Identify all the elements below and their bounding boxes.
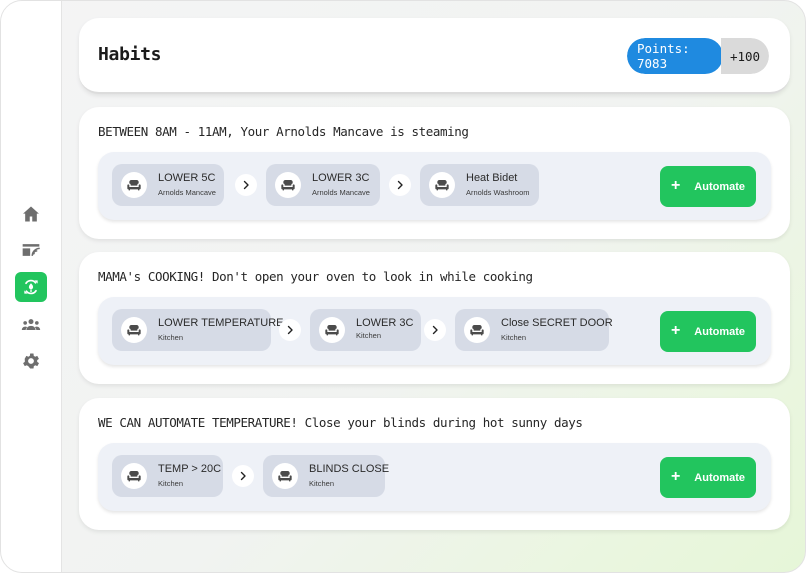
armchair-icon (464, 317, 490, 343)
page-title: Habits (98, 44, 162, 65)
habit-step[interactable]: TEMP > 20C Kitchen (112, 455, 223, 497)
habit-flow: LOWER 5C Arnolds Mancave LOWER 3C Arnold… (98, 152, 771, 220)
plus-icon: + (670, 321, 681, 339)
habit-card: WE CAN AUTOMATE TEMPERATURE! Close your … (79, 398, 790, 530)
points-group: Points: 7083 +100 (627, 38, 769, 74)
step-location: Kitchen (309, 479, 335, 488)
plus-icon: + (670, 176, 681, 194)
habit-step[interactable]: Close SECRET DOOR Kitchen (455, 309, 613, 351)
chevron-right-icon (389, 174, 411, 196)
step-location: Kitchen (501, 333, 527, 342)
habit-title: WE CAN AUTOMATE TEMPERATURE! Close your … (98, 415, 583, 430)
step-location: Kitchen (158, 479, 184, 488)
chevron-right-icon (424, 319, 446, 341)
bonus-points-badge[interactable]: +100 (721, 38, 769, 74)
step-location: Kitchen (356, 331, 382, 340)
step-label: LOWER 3C (356, 317, 414, 329)
home-icon (23, 206, 39, 222)
step-location: Arnolds Mancave (312, 188, 370, 197)
step-label: Heat Bidet (466, 172, 518, 184)
habit-flow: TEMP > 20C Kitchen BLINDS CLOSE Kitchen … (98, 443, 771, 511)
points-badge[interactable]: Points: 7083 (627, 38, 723, 74)
chevron-right-icon (232, 465, 254, 487)
automate-button[interactable]: + Automate (660, 166, 756, 207)
step-label: Close SECRET DOOR (501, 317, 613, 329)
armchair-icon (275, 172, 301, 198)
habit-card: BETWEEN 8AM - 11AM, Your Arnolds Mancave… (79, 107, 790, 239)
armchair-icon (121, 317, 147, 343)
armchair-icon (429, 172, 455, 198)
people-icon (21, 319, 41, 330)
armchair-icon (272, 463, 298, 489)
automate-button[interactable]: + Automate (660, 457, 756, 498)
sidebar (1, 1, 62, 572)
habit-step[interactable]: Heat Bidet Arnolds Washroom (420, 164, 539, 206)
habit-card: MAMA's COOKING! Don't open your oven to … (79, 252, 790, 384)
armchair-icon (121, 172, 147, 198)
plus-icon: + (670, 467, 681, 485)
automate-label: Automate (694, 325, 746, 338)
step-label: BLINDS CLOSE (309, 463, 390, 475)
habit-step[interactable]: LOWER 3C Arnolds Mancave (266, 164, 380, 206)
step-location: Kitchen (158, 333, 184, 342)
chevron-right-icon (235, 174, 257, 196)
habit-flow: LOWER TEMPERATURE Kitchen LOWER 3C Kitch… (98, 297, 771, 365)
habit-step[interactable]: LOWER TEMPERATURE Kitchen (112, 309, 284, 351)
app-window: Habits Points: 7083 +100 BETWEEN 8AM - 1… (0, 0, 806, 573)
header-card: Habits Points: 7083 +100 (79, 18, 790, 94)
automate-label: Automate (694, 471, 746, 484)
step-location: Arnolds Washroom (466, 188, 530, 197)
automation-icon (24, 279, 38, 295)
nav-habits[interactable] (15, 272, 47, 302)
step-label: TEMP > 20C (158, 463, 222, 475)
habit-step[interactable]: LOWER 3C Kitchen (310, 309, 421, 351)
armchair-icon (121, 463, 147, 489)
router-icon (22, 244, 40, 256)
automate-label: Automate (694, 180, 746, 193)
step-label: LOWER 3C (312, 172, 370, 184)
nav-devices[interactable] (15, 235, 47, 265)
habit-step[interactable]: LOWER 5C Arnolds Mancave (112, 164, 224, 206)
step-location: Arnolds Mancave (158, 188, 216, 197)
step-label: LOWER TEMPERATURE (158, 317, 284, 329)
nav-home[interactable] (15, 199, 47, 229)
nav-settings[interactable] (15, 346, 47, 376)
habit-title: MAMA's COOKING! Don't open your oven to … (98, 269, 533, 284)
chevron-right-icon (279, 319, 301, 341)
automate-button[interactable]: + Automate (660, 311, 756, 352)
nav-family[interactable] (15, 310, 47, 340)
armchair-icon (319, 317, 345, 343)
habit-title: BETWEEN 8AM - 11AM, Your Arnolds Mancave… (98, 124, 469, 139)
step-label: LOWER 5C (158, 172, 216, 184)
gear-icon (23, 353, 39, 369)
habit-step[interactable]: BLINDS CLOSE Kitchen (263, 455, 389, 497)
